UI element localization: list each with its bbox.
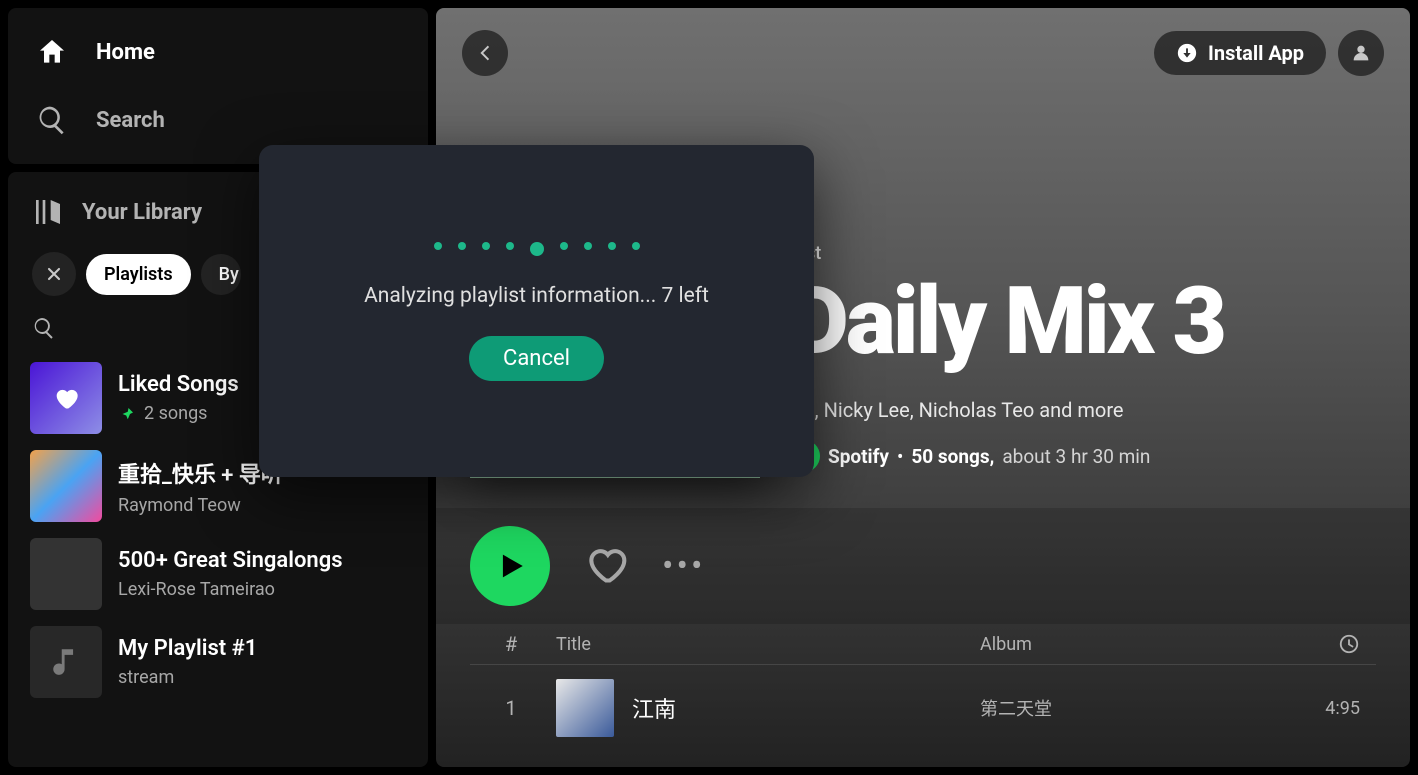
library-item-title: Liked Songs	[118, 372, 239, 397]
nav-box: Home Search	[8, 8, 428, 164]
chip-clear[interactable]	[32, 252, 76, 296]
install-app-button[interactable]: Install App	[1154, 31, 1326, 75]
playlist-thumb	[30, 626, 102, 698]
heart-outline-icon	[584, 542, 628, 586]
profile-button[interactable]	[1338, 30, 1384, 76]
playlist-actions: •••	[436, 508, 1410, 624]
track-duration: 4:95	[1280, 698, 1360, 719]
tracklist-header: # Title Album	[470, 624, 1376, 665]
home-icon	[36, 36, 68, 68]
track-thumb	[556, 679, 614, 737]
track-row[interactable]: 1 江南 第二天堂 4:95	[470, 665, 1376, 737]
download-icon	[1176, 42, 1198, 64]
col-index: #	[486, 632, 536, 656]
library-header-label: Your Library	[82, 200, 202, 225]
library-item-title: My Playlist #1	[118, 636, 257, 661]
loading-dots-icon	[434, 242, 640, 256]
cancel-button[interactable]: Cancel	[469, 336, 604, 381]
nav-search-label: Search	[96, 108, 165, 133]
user-icon	[1350, 42, 1372, 64]
playlist-type-label: ylist	[788, 243, 1224, 264]
library-item[interactable]: My Playlist #1 stream	[18, 618, 418, 706]
col-album: Album	[980, 634, 1260, 655]
nav-home-label: Home	[96, 40, 155, 65]
nav-home[interactable]: Home	[8, 18, 428, 86]
library-icon	[32, 196, 64, 228]
track-title: 江南	[632, 692, 676, 724]
library-item-title: 500+ Great Singalongs	[118, 548, 343, 573]
nav-search[interactable]: Search	[8, 86, 428, 154]
playlist-artists: Lin, Nicky Lee, Nicholas Teo and more	[788, 398, 1224, 422]
modal-message: Analyzing playlist information... 7 left	[364, 284, 709, 308]
search-icon	[36, 104, 68, 136]
analyzing-modal: Analyzing playlist information... 7 left…	[259, 145, 814, 477]
music-note-icon	[49, 645, 83, 679]
back-button[interactable]	[462, 30, 508, 76]
chip-by[interactable]: By	[201, 254, 241, 295]
tracklist: # Title Album 1 江南 第二天堂 4:95	[436, 624, 1410, 737]
library-item-sub: Lexi-Rose Tameirao	[118, 579, 343, 600]
chevron-left-icon	[474, 42, 496, 64]
playlist-meta-line: Spotify • 50 songs, about 3 hr 30 min	[788, 440, 1224, 472]
playlist-thumb	[30, 450, 102, 522]
playlist-song-count: 50 songs,	[911, 445, 994, 468]
library-item-sub: stream	[118, 667, 257, 688]
more-options-button[interactable]: •••	[662, 549, 705, 583]
library-item-sub: 2 songs	[118, 403, 239, 424]
col-title: Title	[556, 634, 960, 655]
install-app-label: Install App	[1208, 41, 1304, 65]
playlist-duration: about 3 hr 30 min	[1002, 445, 1150, 468]
liked-songs-thumb	[30, 362, 102, 434]
track-album: 第二天堂	[980, 695, 1260, 721]
play-button[interactable]	[470, 526, 550, 606]
track-index: 1	[486, 696, 536, 720]
library-item-sub: Raymond Teow	[118, 495, 283, 516]
library-item[interactable]: 500+ Great Singalongs Lexi-Rose Tameirao	[18, 530, 418, 618]
topbar: Install App	[436, 8, 1410, 98]
search-small-icon	[32, 316, 56, 340]
chip-playlists[interactable]: Playlists	[86, 254, 191, 295]
play-icon	[493, 549, 527, 583]
close-icon	[44, 264, 64, 284]
pin-icon	[118, 405, 136, 423]
clock-icon	[1338, 633, 1360, 655]
playlist-owner[interactable]: Spotify	[828, 445, 889, 468]
like-playlist-button[interactable]	[584, 542, 628, 590]
playlist-thumb	[30, 538, 102, 610]
playlist-title: Daily Mix 3	[788, 274, 1224, 368]
heart-filled-icon	[52, 384, 80, 412]
